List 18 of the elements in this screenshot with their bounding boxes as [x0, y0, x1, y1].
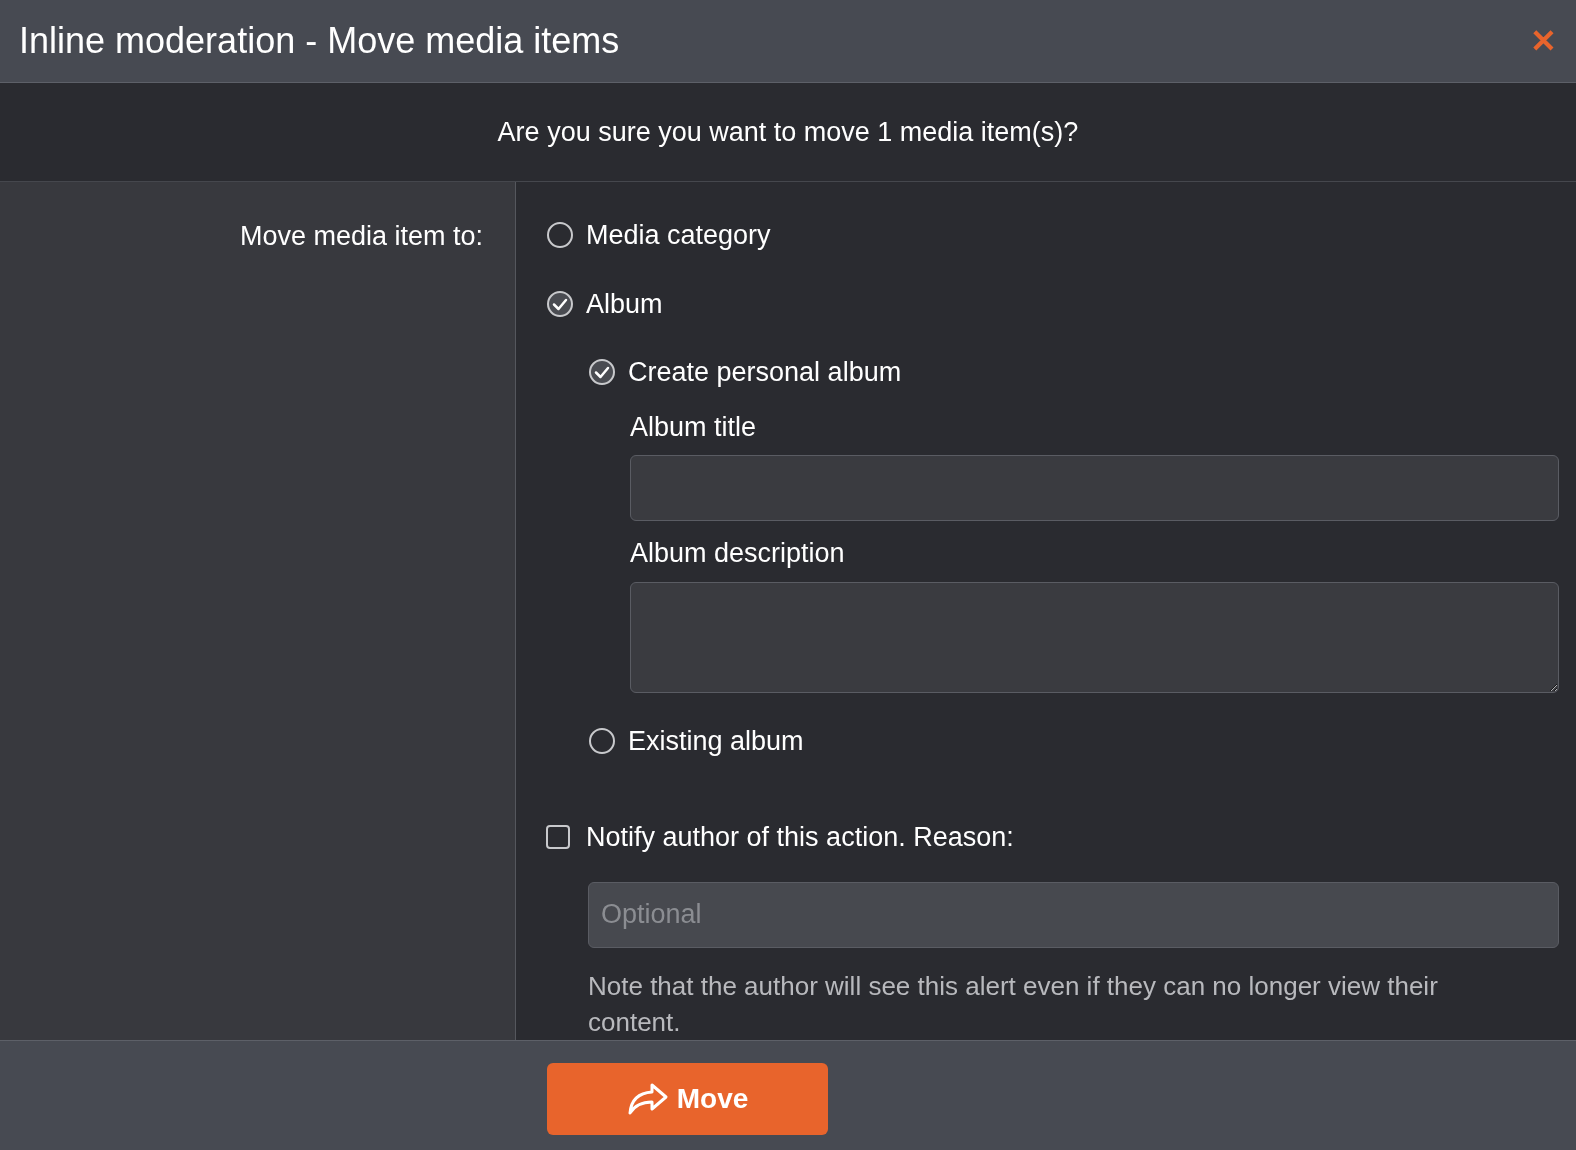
radio-icon[interactable]: [546, 221, 574, 250]
notify-label[interactable]: Notify author of this action. Reason:: [586, 817, 1014, 858]
option-label[interactable]: Create personal album: [628, 352, 902, 393]
share-arrow-icon: [626, 1081, 669, 1116]
option-label[interactable]: Existing album: [628, 720, 804, 761]
option-label[interactable]: Media category: [586, 215, 771, 256]
field-label: Album description: [630, 537, 846, 570]
note-text: Note that the author will see this alert even if they can no longer view their content.: [588, 969, 1439, 1039]
option-label[interactable]: Album: [586, 283, 663, 324]
checkbox[interactable]: [546, 825, 570, 850]
dialog-title: Inline moderation - Move media items: [19, 19, 620, 63]
field-label: Album title: [630, 410, 758, 444]
checked-radio-icon[interactable]: [546, 289, 574, 318]
question-text: Are you sure you want to move 1 media item(s)?: [497, 115, 1079, 149]
radio-icon[interactable]: [588, 726, 616, 755]
reason-field[interactable]: Optional: [588, 881, 1559, 948]
form-label: Move media item to:: [239, 220, 483, 253]
checked-radio-icon[interactable]: [588, 358, 616, 387]
